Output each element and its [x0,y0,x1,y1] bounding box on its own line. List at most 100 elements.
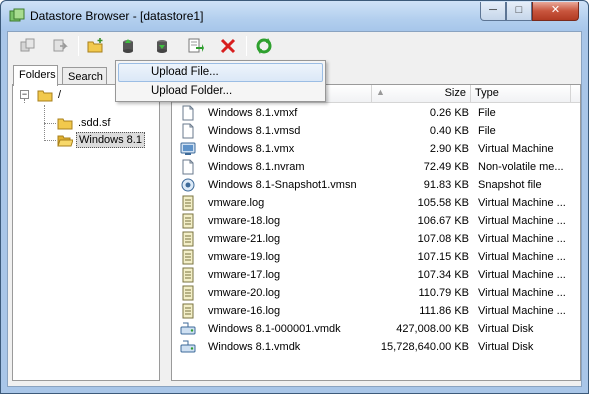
panel-splitter[interactable] [163,65,168,381]
tree-item-label: Windows 8.1 [76,132,145,148]
maximize-button[interactable]: □ [506,2,532,21]
table-row[interactable]: Windows 8.1.vmdk 15,728,640.00 KB Virtual … [172,338,580,356]
row-size: 107.15 KB [417,251,469,263]
row-type: Virtual Machine ... [478,305,566,317]
row-name: Windows 8.1.vmxf [208,107,298,119]
upload-icon[interactable] [116,35,140,57]
table-row[interactable]: Windows 8.1.nvram 72.49 KB Non-volatile me… [172,158,580,176]
add-inventory-icon[interactable] [184,35,208,57]
menu-item-upload-folder[interactable]: Upload Folder... [118,82,323,101]
datastore-browser-icon [9,8,25,22]
log-icon [182,303,194,319]
folder-icon [37,90,53,102]
refresh-icon[interactable] [252,35,276,57]
table-row[interactable]: Windows 8.1-000001.vmdk 427,008.00 KB Virt… [172,320,580,338]
log-icon [182,267,194,283]
disk-icon [180,340,196,353]
row-size: 2.90 KB [429,143,469,155]
table-row[interactable]: vmware-16.log 111.86 KB Virtual Machine ..… [172,302,580,320]
tree-item-label: .sdd.sf [78,117,111,129]
disk-icon [180,322,196,335]
tree-item-sdd-sf[interactable]: .sdd.sf [57,115,112,131]
column-header-type[interactable]: Type [471,85,571,103]
row-type: Snapshot file [478,179,542,191]
row-size: 427,008.00 KB [396,323,469,335]
log-icon [182,195,194,211]
row-size: 107.34 KB [417,269,469,281]
row-name: vmware-17.log [208,269,281,281]
datastore-browser-window: Datastore Browser - [datastore1] ─ □ ✕ F… [0,0,589,394]
log-icon [182,249,194,265]
row-type: Virtual Machine ... [478,233,566,245]
open-folder-icon [57,135,73,147]
table-row[interactable]: vmware-21.log 107.08 KB Virtual Machine ..… [172,230,580,248]
tab-search[interactable]: Search [62,67,107,85]
tree-connector [44,140,56,141]
row-type: Virtual Machine ... [478,251,566,263]
folder-icon [57,118,73,130]
tree-connector [24,99,25,103]
tree-connector [44,123,56,124]
file-list: Name ▲ Size Type Windows 8.1.vmxf0.26 KB… [171,84,581,381]
row-type: Virtual Machine ... [478,215,566,227]
row-name: Windows 8.1.vmdk [208,341,301,353]
move-icon[interactable] [48,35,72,57]
new-folder-icon[interactable] [84,35,108,57]
row-type: File [478,107,496,119]
toolbar-separator [246,36,247,56]
row-name: Windows 8.1.vmsd [208,125,301,137]
row-name: Windows 8.1.nvram [208,161,305,173]
file-icon [182,123,194,139]
row-name: vmware-20.log [208,287,281,299]
snapshot-icon [181,178,195,192]
row-type: File [478,125,496,137]
row-type: Virtual Disk [478,341,534,353]
row-size: 0.26 KB [429,107,469,119]
table-row[interactable]: vmware-18.log 106.67 KB Virtual Machine ..… [172,212,580,230]
toolbar [8,32,581,61]
log-icon [182,231,194,247]
menu-item-upload-file[interactable]: Upload File... [118,63,323,82]
minimize-button[interactable]: ─ [480,2,506,21]
table-row[interactable]: Windows 8.1-Snapshot1.vmsn 91.83 KB Snapsh… [172,176,580,194]
column-header-size[interactable]: Size [372,85,471,103]
tree-expander[interactable]: − [20,90,29,99]
log-icon [182,285,194,301]
row-name: vmware-18.log [208,215,281,227]
table-row[interactable]: Windows 8.1.vmxf 0.26 KB File [172,104,580,122]
row-size: 111.86 KB [419,305,469,317]
table-row[interactable]: Windows 8.1.vmx 2.90 KB Virtual Machine [172,140,580,158]
row-type: Virtual Machine ... [478,287,566,299]
close-button[interactable]: ✕ [532,2,579,21]
row-size: 0.40 KB [429,125,469,137]
row-size: 72.49 KB [423,161,469,173]
row-type: Virtual Machine ... [478,197,566,209]
row-size: 107.08 KB [417,233,469,245]
file-icon [182,105,194,121]
file-icon [182,159,194,175]
upload-menu: Upload File... Upload Folder... [115,60,326,102]
table-row[interactable]: vmware-17.log 107.34 KB Virtual Machine ..… [172,266,580,284]
download-icon[interactable] [150,35,174,57]
table-row[interactable]: vmware-19.log 107.15 KB Virtual Machine ..… [172,248,580,266]
row-type: Non-volatile me... [478,161,564,173]
title-bar[interactable]: Datastore Browser - [datastore1] ─ □ ✕ [1,1,588,31]
tab-folders[interactable]: Folders [13,65,58,86]
table-row[interactable]: Windows 8.1.vmsd 0.40 KB File [172,122,580,140]
row-type: Virtual Machine [478,143,554,155]
row-size: 91.83 KB [423,179,469,191]
tree-item-label: / [58,89,62,101]
folder-tree: − / .sdd.sf Windows 8.1 [12,84,160,381]
tree-item-windows-81[interactable]: Windows 8.1 [57,132,145,148]
table-row[interactable]: vmware-20.log 110.79 KB Virtual Machine ..… [172,284,580,302]
row-name: vmware-16.log [208,305,281,317]
copy-icon[interactable] [16,35,40,57]
toolbar-separator [78,36,79,56]
row-size: 110.79 KB [418,287,469,299]
log-icon [182,213,194,229]
row-name: Windows 8.1-Snapshot1.vmsn [208,179,357,191]
tree-item-root[interactable]: / [37,87,63,103]
table-row[interactable]: vmware.log 105.58 KB Virtual Machine ... [172,194,580,212]
row-type: Virtual Disk [478,323,534,335]
delete-icon[interactable] [216,35,240,57]
